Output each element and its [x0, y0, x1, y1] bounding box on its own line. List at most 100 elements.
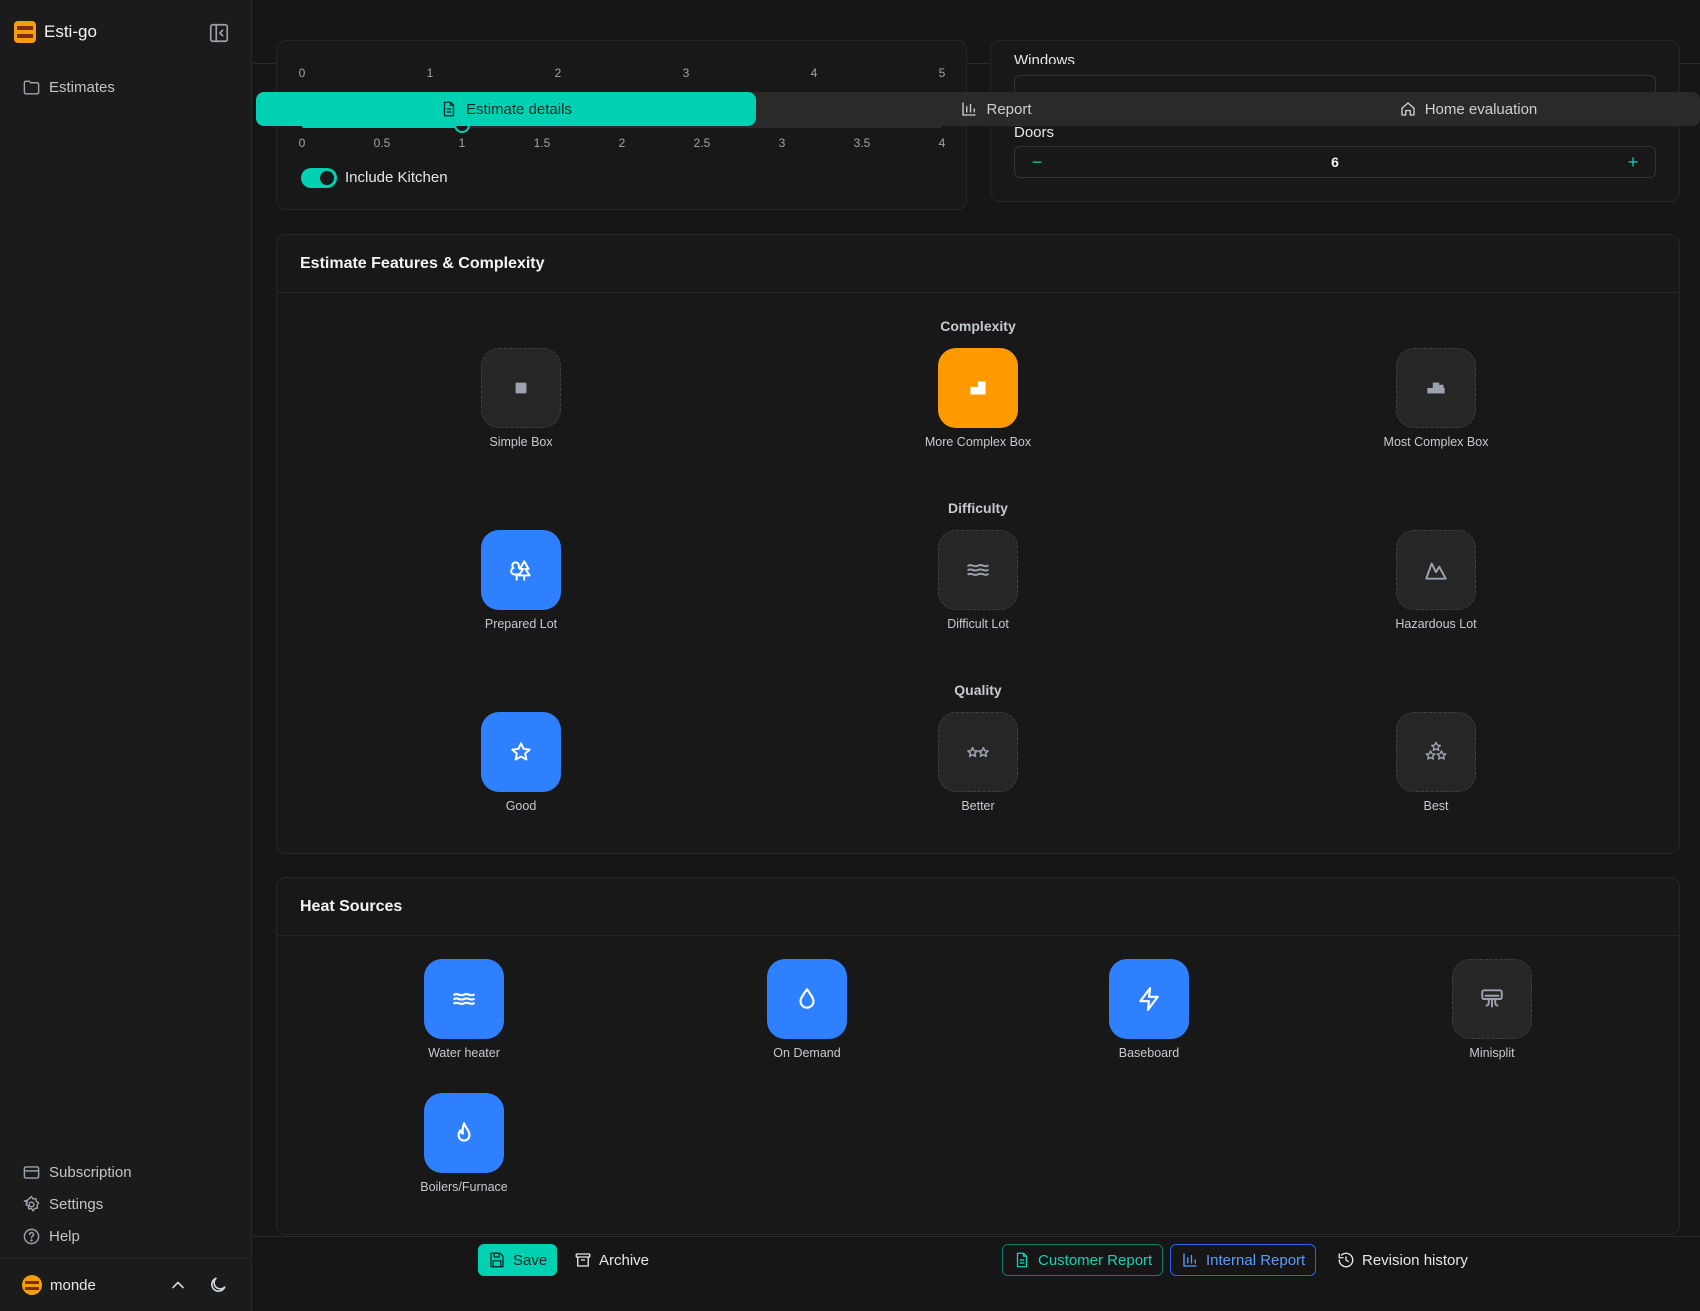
include-kitchen-label: Include Kitchen	[345, 169, 448, 186]
option-label: Baseboard	[1118, 1046, 1180, 1060]
internal-report-label: Internal Report	[1206, 1251, 1306, 1269]
option-label: Minisplit	[1469, 1046, 1515, 1060]
features-title: Estimate Features & Complexity	[277, 235, 1679, 293]
slider-2-ticks: 0 0.5 1 1.5 2 2.5 3 3.5 4	[298, 136, 946, 150]
hazardous-lot-option[interactable]	[1396, 530, 1476, 610]
revision-history-button[interactable]: Revision history	[1327, 1244, 1478, 1276]
slider-tick: 0	[298, 66, 306, 80]
sidebar-divider	[0, 1258, 252, 1259]
option-label: Good	[505, 799, 537, 813]
option-label: Water heater	[428, 1046, 500, 1060]
archive-label: Archive	[599, 1251, 650, 1269]
doors-value[interactable]: 6	[1331, 154, 1339, 170]
slider-tick: 0	[298, 136, 306, 150]
increment-button[interactable]: +	[1617, 147, 1649, 177]
slider-tick: 2	[554, 66, 562, 80]
slider-1-ticks: 0 1 2 3 4 5	[298, 66, 946, 80]
water-heater-option[interactable]	[424, 959, 504, 1039]
air-vent-icon	[1479, 986, 1505, 1012]
option-label: More Complex Box	[924, 435, 1032, 449]
option-label: On Demand	[773, 1046, 841, 1060]
sidebar: Esti-go Estimates Subscription Settings …	[0, 0, 252, 1311]
most-complex-box-option[interactable]	[1396, 348, 1476, 428]
best-option[interactable]	[1396, 712, 1476, 792]
include-kitchen-toggle[interactable]	[301, 168, 337, 188]
prepared-lot-option[interactable]	[481, 530, 561, 610]
sidebar-item-help[interactable]: Help	[22, 1227, 80, 1246]
difficulty-label: Difficulty	[948, 500, 1008, 516]
flame-icon	[451, 1120, 477, 1146]
bar-chart-icon	[1181, 1251, 1199, 1269]
document-icon	[1013, 1251, 1031, 1269]
gear-icon	[22, 1195, 41, 1214]
heat-sources-title: Heat Sources	[277, 878, 1679, 936]
slider-tick: 2.5	[693, 136, 711, 150]
help-circle-icon	[22, 1227, 41, 1246]
customer-report-button[interactable]: Customer Report	[1002, 1244, 1164, 1276]
customer-report-label: Customer Report	[1038, 1251, 1153, 1269]
slider-tick: 5	[938, 66, 946, 80]
tab-estimate-details[interactable]: Estimate details	[256, 92, 756, 126]
archive-button[interactable]: Archive	[564, 1244, 659, 1276]
tab-report[interactable]: Report	[756, 92, 1236, 126]
difficult-lot-option[interactable]	[938, 530, 1018, 610]
windows-stepper[interactable]	[1014, 75, 1656, 93]
sidebar-item-subscription[interactable]: Subscription	[22, 1163, 132, 1182]
quality-label: Quality	[954, 682, 1002, 698]
revision-history-label: Revision history	[1362, 1251, 1468, 1269]
option-label: Difficult Lot	[947, 617, 1009, 631]
slider-tick: 1.5	[533, 136, 551, 150]
baseboard-option[interactable]	[1109, 959, 1189, 1039]
mountain-icon	[1423, 557, 1449, 583]
sidebar-item-label: Subscription	[49, 1164, 132, 1181]
archive-icon	[574, 1251, 592, 1269]
action-bar	[253, 1236, 1700, 1311]
better-option[interactable]	[938, 712, 1018, 792]
option-label: Best	[1423, 799, 1449, 813]
option-label: Simple Box	[489, 435, 553, 449]
windows-label: Windows	[1014, 52, 1075, 64]
tab-label: Report	[986, 100, 1032, 118]
three-stars-icon	[1423, 739, 1449, 765]
decrement-button[interactable]: −	[1021, 147, 1053, 177]
avatar	[22, 1275, 42, 1295]
waves-icon	[451, 986, 477, 1012]
user-menu[interactable]: monde	[22, 1272, 236, 1298]
tab-home-evaluation[interactable]: Home evaluation	[1236, 92, 1700, 126]
minisplit-option[interactable]	[1452, 959, 1532, 1039]
lightning-icon	[1136, 986, 1162, 1012]
folder-icon	[22, 78, 41, 97]
tab-label: Estimate details	[466, 100, 572, 118]
complexity-label: Complexity	[940, 318, 1016, 334]
bar-chart-icon	[960, 100, 978, 118]
droplet-icon	[794, 986, 820, 1012]
save-label: Save	[513, 1251, 548, 1269]
more-complex-box-option[interactable]	[938, 348, 1018, 428]
boilers-furnace-option[interactable]	[424, 1093, 504, 1173]
document-icon	[440, 100, 458, 118]
internal-report-button[interactable]: Internal Report	[1170, 1244, 1317, 1276]
option-label: Most Complex Box	[1383, 435, 1489, 449]
waves-icon	[965, 557, 991, 583]
moon-icon[interactable]	[208, 1275, 228, 1295]
sidebar-item-settings[interactable]: Settings	[22, 1195, 103, 1214]
save-button[interactable]: Save	[478, 1244, 558, 1276]
sidebar-item-estimates[interactable]: Estimates	[22, 78, 115, 97]
slider-tick: 3	[778, 136, 786, 150]
brand[interactable]: Esti-go	[14, 20, 97, 44]
doors-stepper[interactable]: − 6 +	[1014, 146, 1656, 178]
simple-box-option[interactable]	[481, 348, 561, 428]
collapse-sidebar-icon[interactable]	[208, 22, 230, 44]
option-label: Boilers/Furnace	[420, 1180, 508, 1194]
slider-tick: 1	[426, 66, 434, 80]
good-option[interactable]	[481, 712, 561, 792]
option-label: Prepared Lot	[484, 617, 558, 631]
complex-box-icon	[965, 375, 991, 401]
home-icon	[1399, 100, 1417, 118]
on-demand-option[interactable]	[767, 959, 847, 1039]
credit-card-icon	[22, 1163, 41, 1182]
chevron-up-icon[interactable]	[168, 1275, 188, 1295]
sidebar-item-label: Help	[49, 1228, 80, 1245]
doors-label: Doors	[1014, 124, 1055, 141]
floppy-disk-icon	[488, 1251, 506, 1269]
